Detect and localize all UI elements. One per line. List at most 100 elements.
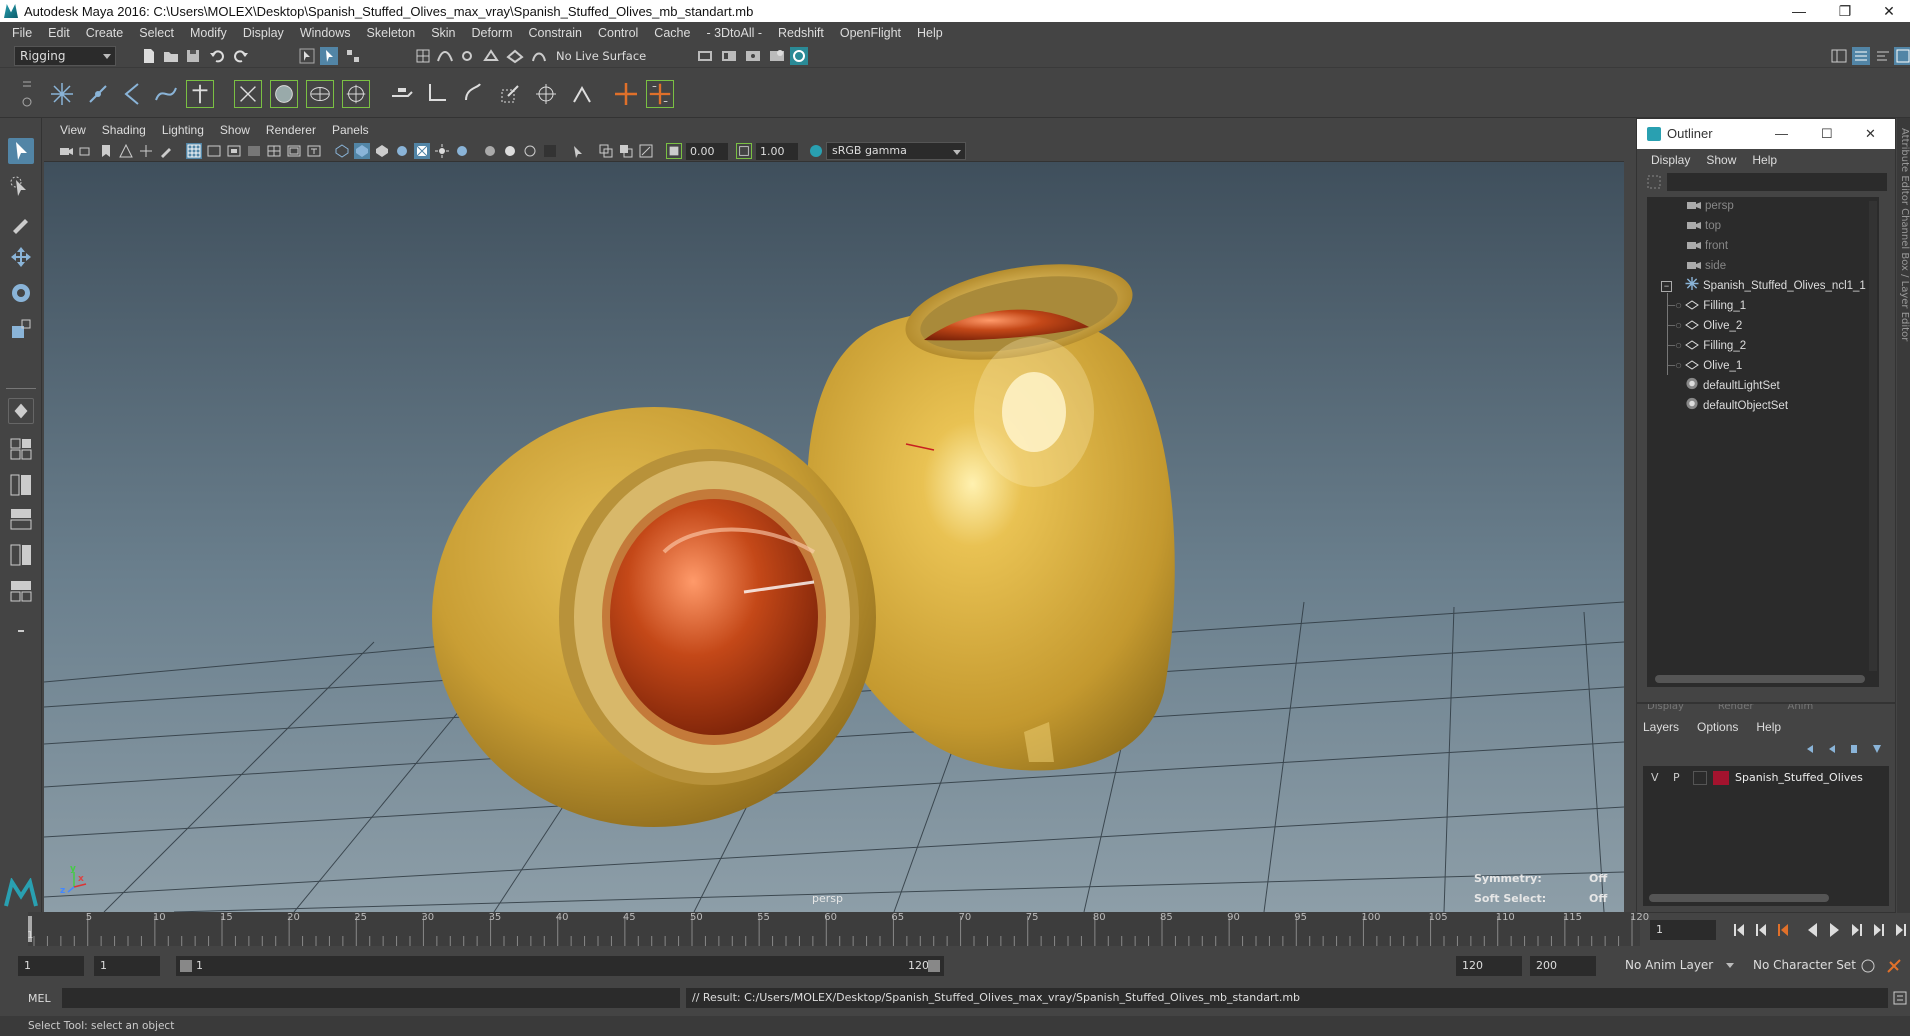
script-language-toggle[interactable]: MEL bbox=[28, 992, 51, 1005]
paint-select-tool-icon[interactable] bbox=[8, 210, 34, 236]
step-forward-key-icon[interactable] bbox=[1874, 924, 1884, 936]
render-settings-icon[interactable] bbox=[744, 47, 762, 65]
outliner-menu-show[interactable]: Show bbox=[1698, 153, 1744, 167]
layer-scrollbar[interactable] bbox=[1649, 894, 1829, 902]
camera-select-icon[interactable] bbox=[58, 143, 74, 159]
outliner-item-group[interactable]: − Spanish_Stuffed_Olives_ncl1_1 bbox=[1661, 277, 1866, 295]
film-gate-icon[interactable] bbox=[206, 143, 222, 159]
go-to-end-icon[interactable] bbox=[1896, 924, 1906, 936]
menu-file[interactable]: File bbox=[4, 26, 40, 40]
menu-display[interactable]: Display bbox=[235, 26, 292, 40]
render-frame-icon[interactable] bbox=[696, 47, 714, 65]
exposure-icon[interactable] bbox=[666, 143, 682, 159]
time-slider[interactable]: 1 5 10 15 20 25 30 35 40 45 50 55 60 65 70 75 80 85 90 95 1… bbox=[20, 912, 1649, 946]
interactive-bind-icon[interactable] bbox=[270, 80, 298, 108]
outliner-minimize-button[interactable]: — bbox=[1775, 119, 1788, 149]
shadows-icon[interactable] bbox=[454, 143, 470, 159]
live-surface-label[interactable]: No Live Surface bbox=[556, 49, 646, 63]
resolution-gate-icon[interactable] bbox=[226, 143, 242, 159]
menu-modify[interactable]: Modify bbox=[182, 26, 235, 40]
image-plane-icon[interactable] bbox=[118, 143, 134, 159]
tab-display[interactable]: Display bbox=[1647, 704, 1684, 712]
wireframe-on-shaded-icon[interactable] bbox=[394, 143, 410, 159]
select-component-icon[interactable] bbox=[344, 47, 362, 65]
wire-icon[interactable] bbox=[424, 80, 452, 108]
toggle-channel-box-icon[interactable] bbox=[1894, 47, 1910, 65]
safe-title-icon[interactable] bbox=[306, 143, 322, 159]
new-scene-icon[interactable] bbox=[140, 47, 158, 65]
menu-deform[interactable]: Deform bbox=[464, 26, 521, 40]
ipr-render-icon[interactable] bbox=[720, 47, 738, 65]
aim-constraint-icon[interactable] bbox=[568, 80, 596, 108]
smooth-shading-icon[interactable] bbox=[354, 143, 370, 159]
safe-action-icon[interactable] bbox=[286, 143, 302, 159]
outliner-item-filling-1[interactable]: ─○ Filling_1 bbox=[1667, 297, 1746, 315]
make-live-icon[interactable] bbox=[530, 47, 548, 65]
outliner-item-side[interactable]: side bbox=[1687, 257, 1726, 275]
field-chart-icon[interactable] bbox=[266, 143, 282, 159]
2d-pan-zoom-icon[interactable] bbox=[138, 143, 154, 159]
outliner-item-olive-1[interactable]: ─○ Olive_1 bbox=[1667, 357, 1742, 375]
menu-skeleton[interactable]: Skeleton bbox=[359, 26, 424, 40]
persp-graph-layout-icon[interactable] bbox=[8, 506, 34, 532]
step-forward-frame-icon[interactable] bbox=[1852, 924, 1862, 936]
outliner-item-front[interactable]: front bbox=[1687, 237, 1728, 255]
viewport-menu-view[interactable]: View bbox=[52, 123, 94, 137]
point-constraint-icon[interactable] bbox=[532, 80, 560, 108]
ik-spline-icon[interactable] bbox=[152, 80, 180, 108]
outliner-item-filling-2[interactable]: ─○ Filling_2 bbox=[1667, 337, 1746, 355]
menu-openflight[interactable]: OpenFlight bbox=[832, 26, 909, 40]
outliner-item-persp[interactable]: persp bbox=[1687, 197, 1734, 215]
play-backwards-icon[interactable] bbox=[1808, 923, 1817, 937]
blend-shape-icon[interactable] bbox=[496, 80, 524, 108]
outliner-menu-display[interactable]: Display bbox=[1643, 153, 1698, 167]
locator-icon[interactable] bbox=[612, 80, 640, 108]
layer-row[interactable]: V P Spanish_Stuffed_Olives bbox=[1643, 768, 1889, 788]
snap-point-icon[interactable] bbox=[458, 47, 476, 65]
use-all-lights-icon[interactable] bbox=[434, 143, 450, 159]
textured-icon[interactable] bbox=[414, 143, 430, 159]
range-start-handle[interactable] bbox=[180, 960, 192, 972]
layer-visibility-toggle[interactable]: V bbox=[1651, 768, 1659, 788]
menu-3dtoall[interactable]: - 3DtoAll - bbox=[698, 26, 770, 40]
menu-set-dropdown[interactable]: Rigging bbox=[14, 46, 116, 66]
menu-create[interactable]: Create bbox=[78, 26, 132, 40]
color-management-icon[interactable] bbox=[808, 143, 824, 159]
rotate-tool-icon[interactable] bbox=[8, 280, 34, 306]
create-joints-icon[interactable] bbox=[48, 80, 76, 108]
anim-layer-dropdown[interactable]: No Anim Layer bbox=[1620, 956, 1738, 976]
screen-space-ao-icon[interactable] bbox=[482, 143, 498, 159]
undo-icon[interactable] bbox=[208, 47, 226, 65]
layer-menu-options[interactable]: Options bbox=[1697, 720, 1738, 734]
outliner-menu-help[interactable]: Help bbox=[1744, 153, 1785, 167]
four-view-layout-icon[interactable] bbox=[8, 436, 34, 462]
snap-grid-icon[interactable] bbox=[414, 47, 432, 65]
play-forwards-icon[interactable] bbox=[1830, 923, 1839, 937]
cluster-icon[interactable] bbox=[388, 80, 416, 108]
ik-handle-icon[interactable] bbox=[118, 80, 146, 108]
character-set-dropdown[interactable]: No Character Set bbox=[1748, 956, 1870, 976]
save-scene-icon[interactable] bbox=[184, 47, 202, 65]
select-object-icon[interactable] bbox=[320, 47, 338, 65]
wireframe-shading-icon[interactable] bbox=[334, 143, 350, 159]
menu-constrain[interactable]: Constrain bbox=[521, 26, 591, 40]
outliner-item-default-object-set[interactable]: defaultObjectSet bbox=[1685, 397, 1788, 415]
layer-playback-toggle[interactable]: P bbox=[1673, 768, 1680, 788]
collapse-toggle-icon[interactable]: − bbox=[1661, 281, 1672, 292]
snap-curve-icon[interactable] bbox=[436, 47, 454, 65]
layer-reference-toggle[interactable] bbox=[1693, 771, 1707, 785]
menu-control[interactable]: Control bbox=[590, 26, 646, 40]
go-to-start-icon[interactable] bbox=[1734, 924, 1744, 936]
script-editor-icon[interactable] bbox=[1892, 990, 1908, 1006]
side-panel-tabs[interactable]: Attribute Editor Channel Box / Layer Edi… bbox=[1897, 118, 1910, 913]
menu-help[interactable]: Help bbox=[909, 26, 951, 40]
xray-active-components-icon[interactable] bbox=[618, 143, 634, 159]
outliner-item-olive-2[interactable]: ─○ Olive_2 bbox=[1667, 317, 1742, 335]
viewport-menu-shading[interactable]: Shading bbox=[94, 123, 154, 137]
layer-color-swatch[interactable] bbox=[1713, 771, 1729, 785]
quick-rig-icon[interactable] bbox=[186, 80, 214, 108]
animation-preferences-icon[interactable] bbox=[1886, 958, 1902, 974]
auto-key-icon[interactable] bbox=[1860, 958, 1876, 974]
xray-icon[interactable] bbox=[598, 143, 614, 159]
gamma-icon[interactable] bbox=[736, 143, 752, 159]
